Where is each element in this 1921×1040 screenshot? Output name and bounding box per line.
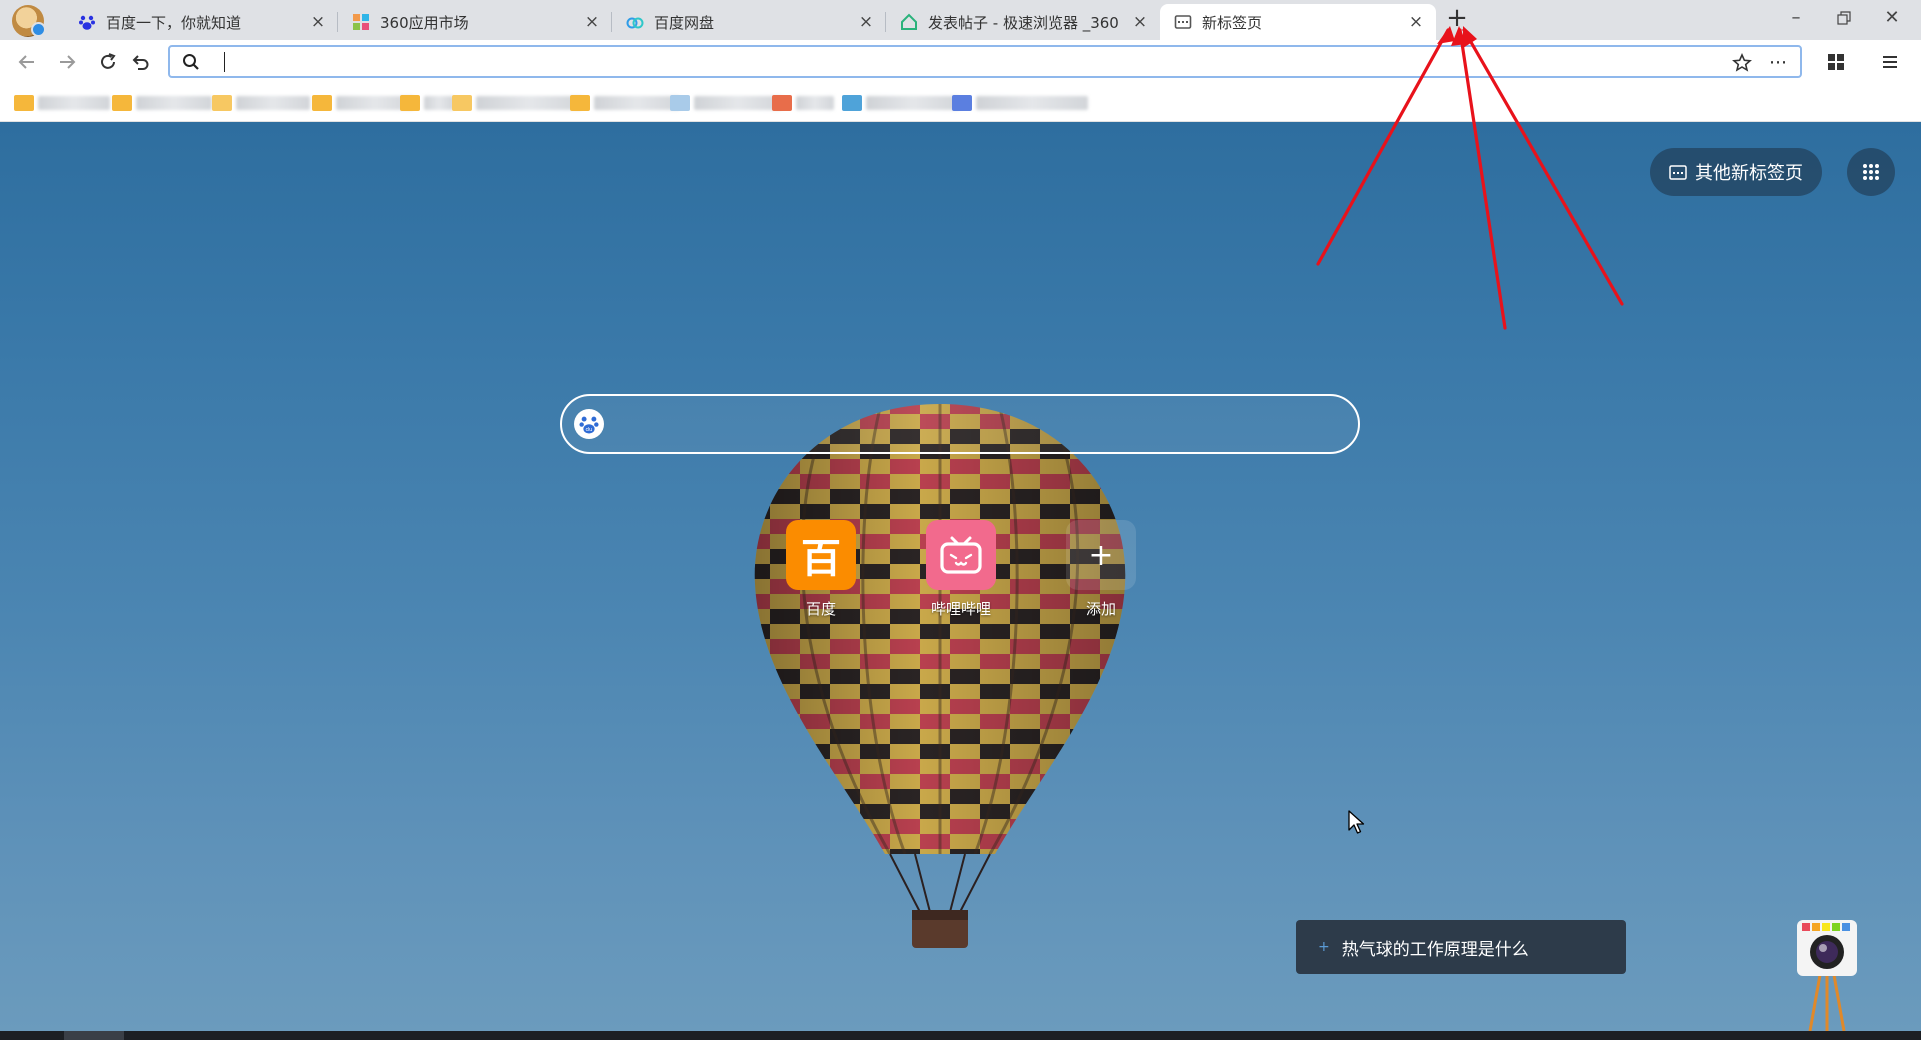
grid-icon[interactable] bbox=[1822, 48, 1850, 76]
baidu-paw-icon bbox=[78, 13, 96, 31]
tab-label: 新标签页 bbox=[1202, 13, 1263, 32]
toolbar: ··· bbox=[0, 40, 1921, 84]
shortcut-add[interactable]: + 添加 bbox=[1056, 520, 1146, 619]
mouse-cursor-icon bbox=[1348, 810, 1365, 834]
other-newtab-button[interactable]: 其他新标签页 bbox=[1650, 148, 1822, 196]
shortcut-label: 添加 bbox=[1085, 600, 1116, 618]
star-icon[interactable] bbox=[1730, 51, 1754, 75]
newtab-page: 其他新标签页 du 百 百度 哔哩哔哩 + 添加 + 热气球的工作原理是什么 bbox=[0, 122, 1921, 1031]
address-bar[interactable]: ··· bbox=[168, 45, 1802, 78]
app-market-icon bbox=[352, 13, 370, 31]
profile-avatar[interactable] bbox=[12, 5, 46, 37]
bookmarks-bar bbox=[0, 84, 1921, 122]
svg-text:du: du bbox=[586, 427, 593, 433]
newtab-search-input[interactable] bbox=[618, 410, 1322, 440]
bookmark-item[interactable] bbox=[312, 93, 414, 113]
360-house-icon bbox=[900, 13, 918, 31]
search-icon bbox=[183, 54, 199, 70]
wallpaper-tip-button[interactable]: + 热气球的工作原理是什么 bbox=[1296, 920, 1626, 974]
bookmark-item[interactable] bbox=[670, 93, 782, 113]
apps-grid-button[interactable] bbox=[1847, 148, 1895, 196]
tab-baidu-netdisk[interactable]: 百度网盘 × bbox=[612, 4, 886, 40]
window-close-icon[interactable]: ✕ bbox=[1870, 4, 1914, 32]
back-arrow-icon[interactable] bbox=[13, 48, 41, 76]
plus-icon: + bbox=[1318, 939, 1330, 955]
reload-icon[interactable] bbox=[94, 48, 122, 76]
more-icon[interactable]: ··· bbox=[1766, 51, 1790, 75]
bilibili-tv-icon bbox=[926, 520, 996, 590]
address-input[interactable] bbox=[222, 50, 1676, 76]
bookmark-item[interactable] bbox=[952, 93, 1088, 113]
bookmark-item[interactable] bbox=[400, 93, 454, 113]
shortcut-bilibili[interactable]: 哔哩哔哩 bbox=[916, 520, 1006, 619]
tab-close-icon[interactable]: × bbox=[584, 14, 600, 31]
minimize-icon[interactable]: – bbox=[1774, 4, 1818, 32]
taskbar bbox=[0, 1031, 1921, 1040]
tab-label: 发表帖子 - 极速浏览器 _360 bbox=[928, 13, 1119, 32]
tab-label: 360应用市场 bbox=[380, 13, 469, 32]
other-newtab-label: 其他新标签页 bbox=[1695, 163, 1803, 184]
hot-air-balloon-wallpaper bbox=[754, 404, 1126, 948]
menu-icon[interactable] bbox=[1876, 48, 1904, 76]
tab-post-thread[interactable]: 发表帖子 - 极速浏览器 _360 × bbox=[886, 4, 1160, 40]
add-shortcut-icon: + bbox=[1066, 520, 1136, 590]
taskbar-button[interactable] bbox=[64, 1031, 124, 1040]
undo-icon[interactable] bbox=[127, 48, 155, 76]
shortcut-label: 哔哩哔哩 bbox=[930, 600, 991, 618]
tab-label: 百度网盘 bbox=[654, 13, 715, 32]
new-tab-plus-icon[interactable]: + bbox=[1443, 5, 1471, 33]
forward-arrow-icon[interactable] bbox=[53, 48, 81, 76]
newtab-page-icon bbox=[1174, 13, 1192, 31]
restore-icon[interactable] bbox=[1822, 4, 1866, 32]
tab-close-icon[interactable]: × bbox=[858, 14, 874, 31]
tip-text: 热气球的工作原理是什么 bbox=[1341, 939, 1529, 960]
newtab-page-icon bbox=[1669, 164, 1687, 180]
bookmark-item[interactable] bbox=[570, 93, 680, 113]
bookmark-item[interactable] bbox=[772, 93, 834, 113]
baidu-icon[interactable]: du bbox=[574, 409, 604, 439]
tab-close-icon[interactable]: × bbox=[1408, 14, 1424, 31]
tab-close-icon[interactable]: × bbox=[1132, 14, 1148, 31]
tab-close-icon[interactable]: × bbox=[310, 14, 326, 31]
tab-strip: 百度一下，你就知道 × 360应用市场 × 百度网盘 × 发表帖子 - 极速浏览… bbox=[0, 0, 1921, 40]
baidu-tile-icon: 百 bbox=[786, 520, 856, 590]
tab-baidu[interactable]: 百度一下，你就知道 × bbox=[64, 4, 338, 40]
tab-360-app-market[interactable]: 360应用市场 × bbox=[338, 4, 612, 40]
tab-label: 百度一下，你就知道 bbox=[106, 13, 242, 32]
tab-newtab[interactable]: 新标签页 × bbox=[1160, 4, 1436, 40]
cloud-drive-icon bbox=[626, 13, 644, 31]
shortcut-label: 百度 bbox=[805, 600, 836, 618]
apps-grid-icon bbox=[1863, 164, 1879, 180]
bookmark-item[interactable] bbox=[14, 93, 110, 113]
shortcut-baidu[interactable]: 百 百度 bbox=[776, 520, 866, 619]
bookmark-item[interactable] bbox=[842, 93, 960, 113]
wallpaper-camera-icon[interactable] bbox=[1796, 919, 1858, 1031]
bookmark-item[interactable] bbox=[112, 93, 212, 113]
newtab-search-bar[interactable]: du bbox=[560, 394, 1360, 454]
bookmark-item[interactable] bbox=[212, 93, 310, 113]
bookmark-item[interactable] bbox=[452, 93, 582, 113]
